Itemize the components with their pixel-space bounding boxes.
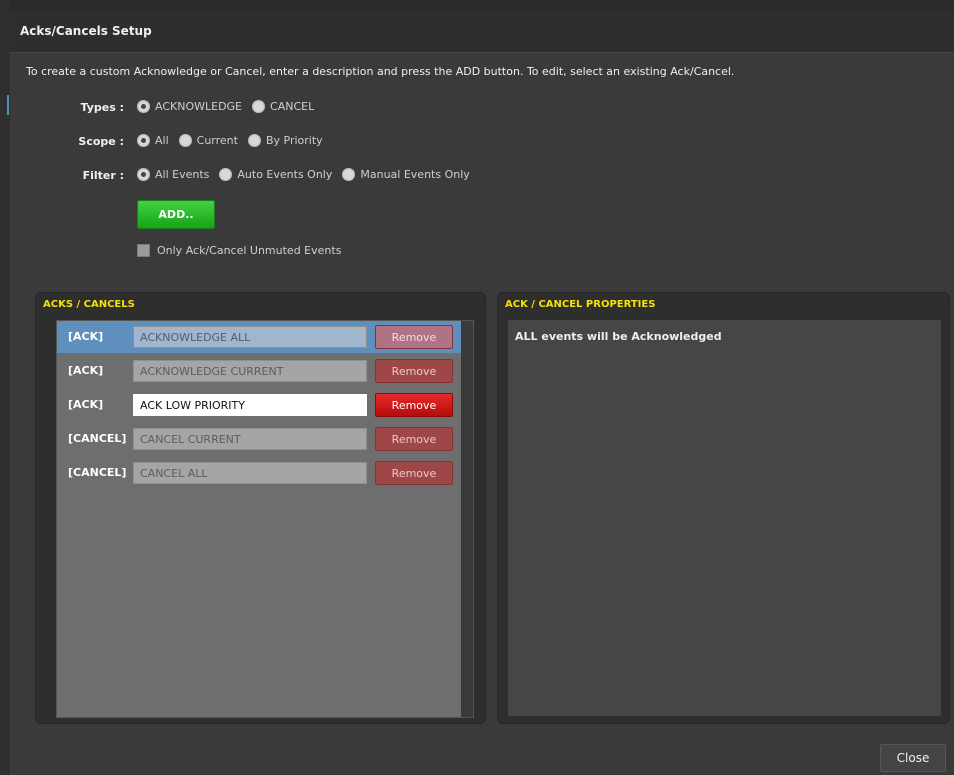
close-button[interactable]: Close (880, 744, 946, 772)
properties-panel: ACK / CANCEL PROPERTIES ALL events will … (497, 292, 950, 724)
instructions-text: To create a custom Acknowledge or Cancel… (26, 65, 735, 78)
radio-scope-all[interactable]: All (137, 134, 169, 147)
radio-scope-by-priority-label: By Priority (265, 134, 323, 147)
cancel-type: [CANCEL] (68, 466, 127, 479)
dialog-window: Acks/Cancels Setup To create a custom Ac… (10, 12, 954, 775)
cancel-description-field[interactable]: CANCEL ALL (133, 462, 367, 484)
radio-scope-current-label: Current (196, 134, 238, 147)
title-bar: Acks/Cancels Setup (10, 12, 954, 53)
radio-acknowledge[interactable]: ACKNOWLEDGE (137, 100, 242, 113)
acks-cancels-panel: ACKS / CANCELS [ACK] ACKNOWLEDGE ALL Rem… (35, 292, 486, 724)
types-row: Types : (10, 100, 124, 118)
scope-label: Scope : (78, 135, 124, 148)
radio-scope-current[interactable]: Current (178, 134, 238, 147)
list-scrollbar[interactable] (461, 321, 473, 717)
remove-button[interactable]: Remove (375, 325, 453, 349)
scope-row: Scope : (10, 134, 124, 152)
scope-radio-group: All Current By Priority (137, 134, 323, 147)
radio-dot-selected (137, 100, 150, 113)
radio-dot (252, 100, 266, 113)
cancel-description-field[interactable]: CANCEL CURRENT (133, 428, 367, 450)
ack-type: [ACK] (68, 398, 104, 411)
radio-scope-all-label: All (155, 134, 169, 147)
radio-filter-all-events-label: All Events (155, 168, 210, 181)
properties-text: ALL events will be Acknowledged (515, 330, 722, 343)
ack-description-field[interactable]: ACK LOW PRIORITY (133, 394, 367, 416)
remove-button[interactable]: Remove (375, 393, 453, 417)
types-label: Types : (80, 101, 124, 114)
radio-scope-by-priority[interactable]: By Priority (247, 134, 323, 147)
radio-dot (178, 134, 192, 147)
radio-dot (247, 134, 261, 147)
properties-area: ALL events will be Acknowledged (508, 320, 941, 716)
unmuted-only-checkbox-row[interactable]: Only Ack/Cancel Unmuted Events (137, 244, 341, 257)
cancel-row[interactable]: [CANCEL] CANCEL ALL Remove (57, 457, 461, 489)
types-radio-group: ACKNOWLEDGE CANCEL (137, 100, 314, 113)
filter-label: Filter : (82, 169, 124, 182)
radio-cancel-label: CANCEL (270, 100, 315, 113)
radio-dot (342, 168, 356, 181)
ack-type: [ACK] (68, 364, 104, 377)
radio-dot (219, 168, 233, 181)
radio-acknowledge-label: ACKNOWLEDGE (155, 100, 243, 113)
radio-filter-auto-events[interactable]: Auto Events Only (219, 168, 332, 181)
acks-cancels-list: [ACK] ACKNOWLEDGE ALL Remove [ACK] ACKNO… (56, 320, 474, 718)
radio-filter-all-events[interactable]: All Events (137, 168, 209, 181)
cancel-type: [CANCEL] (68, 432, 127, 445)
radio-filter-manual-events-label: Manual Events Only (360, 168, 470, 181)
remove-button[interactable]: Remove (375, 359, 453, 383)
ack-description-field[interactable]: ACKNOWLEDGE ALL (133, 326, 367, 348)
add-button[interactable]: ADD.. (137, 200, 215, 229)
properties-heading: ACK / CANCEL PROPERTIES (505, 299, 656, 310)
unmuted-only-checkbox[interactable] (137, 244, 150, 257)
remove-button[interactable]: Remove (375, 461, 453, 485)
radio-cancel[interactable]: CANCEL (252, 100, 314, 113)
remove-button[interactable]: Remove (375, 427, 453, 451)
filter-radio-group: All Events Auto Events Only Manual Event… (137, 168, 470, 181)
filter-row: Filter : (10, 168, 124, 186)
radio-filter-auto-events-label: Auto Events Only (237, 168, 333, 181)
radio-dot-selected (137, 134, 150, 147)
radio-dot-selected (137, 168, 150, 181)
ack-type: [ACK] (68, 330, 104, 343)
dialog-title: Acks/Cancels Setup (20, 24, 152, 38)
ack-row[interactable]: [ACK] ACK LOW PRIORITY Remove (57, 389, 461, 421)
acks-cancels-heading: ACKS / CANCELS (43, 299, 135, 310)
cancel-row[interactable]: [CANCEL] CANCEL CURRENT Remove (57, 423, 461, 455)
ack-row[interactable]: [ACK] ACKNOWLEDGE CURRENT Remove (57, 355, 461, 387)
ack-description-field[interactable]: ACKNOWLEDGE CURRENT (133, 360, 367, 382)
unmuted-only-label: Only Ack/Cancel Unmuted Events (157, 244, 342, 257)
radio-filter-manual-events[interactable]: Manual Events Only (342, 168, 470, 181)
ack-row[interactable]: [ACK] ACKNOWLEDGE ALL Remove (57, 321, 461, 353)
left-edge-strip (0, 0, 10, 775)
